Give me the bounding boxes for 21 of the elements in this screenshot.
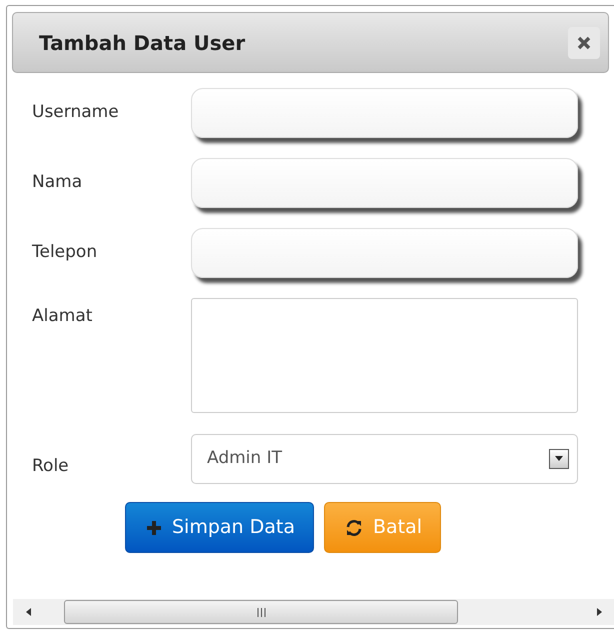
text-field[interactable]: [191, 228, 578, 278]
horizontal-scrollbar[interactable]: [13, 599, 614, 625]
field-label: Telepon: [32, 241, 98, 264]
field-label: Username: [32, 101, 120, 124]
plus-icon: [146, 520, 162, 536]
save-button[interactable]: Simpan Data: [125, 502, 314, 553]
scroll-right-icon[interactable]: [595, 607, 603, 617]
text-field[interactable]: [191, 158, 578, 208]
field-label: Nama: [32, 171, 84, 194]
scroll-left-icon[interactable]: [25, 607, 33, 617]
text-field[interactable]: [191, 88, 578, 138]
field-label: Alamat: [32, 305, 94, 328]
grip-icon: [256, 608, 266, 616]
role-dropdown[interactable]: Admin IT: [191, 434, 578, 484]
close-button[interactable]: [568, 26, 600, 58]
field-label: Role: [32, 455, 70, 478]
close-icon: [577, 36, 591, 50]
scroll-thumb[interactable]: [64, 600, 458, 624]
refresh-icon: [345, 518, 363, 536]
address-field[interactable]: [191, 298, 578, 413]
dialog-title: Tambah Data User: [39, 30, 246, 54]
